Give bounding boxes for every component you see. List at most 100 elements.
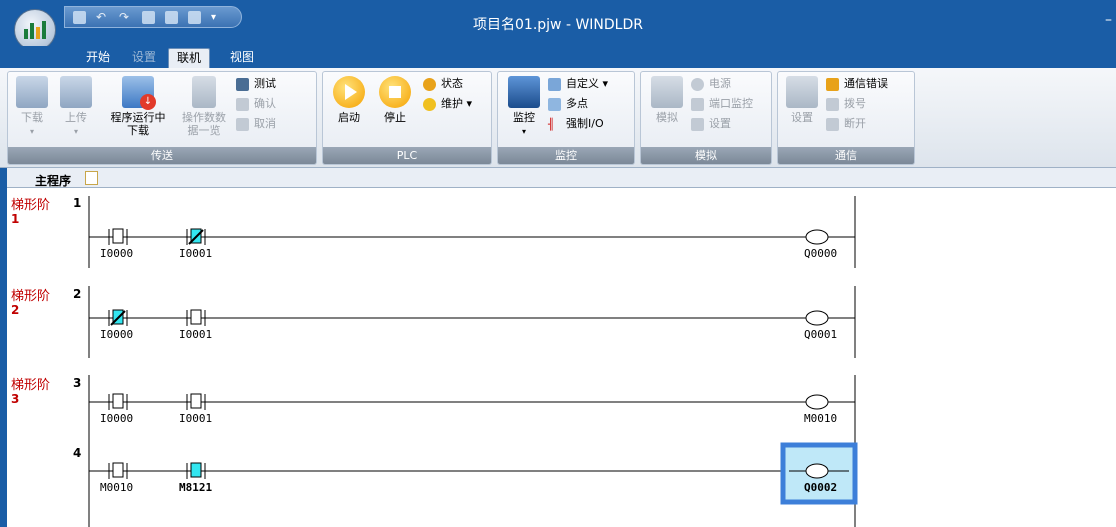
line-number: 1 [73, 196, 82, 210]
test-icon [236, 78, 249, 91]
disconnect-icon [826, 118, 839, 131]
group-transfer-label: 传送 [8, 147, 316, 164]
coil[interactable] [805, 229, 829, 245]
group-transfer: 下载 ▾ 上传 ▾ ↓ 程序运行中下载 操作数数据一览 测试 确认 取消 传送 [7, 71, 317, 165]
cancel-button[interactable]: 取消 [236, 116, 276, 132]
tab-view[interactable]: 视图 [222, 48, 262, 68]
run-download-label: 程序运行中下载 [110, 111, 166, 137]
confirm-button[interactable]: 确认 [236, 96, 276, 112]
maintain-button[interactable]: 维护 ▾ [423, 96, 472, 112]
rung-label: 梯形阶 [11, 198, 51, 213]
power-label: 电源 [709, 77, 731, 90]
comm-settings-button[interactable]: 设置 [780, 76, 824, 124]
info-icon [423, 78, 436, 91]
maintain-label: 维护 [441, 97, 463, 110]
group-monitor: 监控 ▾ 自定义 ▾ 多点 ╢ 强制I/O 监控 [497, 71, 635, 165]
disconnect-label: 断开 [844, 117, 866, 130]
group-plc-label: PLC [323, 147, 491, 164]
disconnect-button[interactable]: 断开 [826, 116, 866, 132]
monitor-button[interactable]: 监控 ▾ [502, 76, 546, 138]
line-number: 3 [73, 376, 82, 390]
operand-label: I0001 [179, 412, 213, 425]
redo-icon[interactable]: ↷ [119, 11, 132, 24]
port-monitor-label: 端口监控 [709, 97, 753, 110]
line-number: 2 [73, 287, 82, 301]
upload-button[interactable]: 上传 ▾ [54, 76, 98, 138]
force-io-button[interactable]: ╢ 强制I/O [548, 116, 604, 132]
ribbon: 下载▾ 上传▾ ↓ 程序运行中下载 操作数数据一览 测试 确认 取消 传送 [0, 68, 1116, 168]
port-monitor-button[interactable]: 端口监控 [691, 96, 753, 112]
rung-number: 1 [11, 212, 20, 226]
upload-label: 上传 [65, 111, 87, 124]
upload-icon [60, 76, 92, 108]
group-comm: 设置 通信错误 拨号 断开 通信 [777, 71, 915, 165]
stop-button[interactable]: 停止 [373, 76, 417, 124]
line-number: 4 [73, 446, 82, 460]
operand-data-label: 操作数数据一览 [182, 111, 226, 137]
confirm-icon [236, 98, 249, 111]
table-icon [548, 78, 561, 91]
app-menu-button[interactable] [14, 9, 56, 51]
ribbon-tabs: 开始 设置 联机 视图 [0, 46, 1116, 68]
ladder-editor[interactable]: 梯形阶 1 1 梯形阶 2 2 梯形阶 3 3 4 I0000 I0001 Q0… [7, 188, 1116, 527]
tab-main-program[interactable]: 主程序 [35, 172, 71, 189]
power-button[interactable]: 电源 [691, 76, 731, 92]
multi-point-button[interactable]: 多点 [548, 96, 588, 112]
tab-online[interactable]: 联机 [168, 48, 211, 68]
grid-icon[interactable] [142, 10, 155, 24]
operand-label: I0001 [179, 328, 213, 341]
save-icon[interactable] [73, 10, 86, 24]
download-icon [16, 76, 48, 108]
list-icon [548, 98, 561, 111]
rung-number: 3 [11, 392, 20, 406]
upload-icon[interactable] [188, 10, 201, 24]
operand-label: Q0002 [804, 481, 838, 494]
start-label: 启动 [338, 111, 360, 124]
monitor-icon [508, 76, 540, 108]
operand-data-icon [192, 76, 216, 108]
multi-point-label: 多点 [566, 97, 588, 110]
power-icon [691, 78, 704, 91]
comm-error-icon [826, 78, 839, 91]
monitor-label: 监控 [513, 111, 535, 124]
custom-label: 自定义 [566, 77, 599, 90]
coil[interactable] [805, 310, 829, 326]
run-download-button[interactable]: ↓ 程序运行中下载 [108, 76, 168, 137]
stop-label: 停止 [384, 111, 406, 124]
comm-error-label: 通信错误 [844, 77, 888, 90]
undo-icon[interactable]: ↶ [96, 11, 109, 24]
operand-data-list-button[interactable]: 操作数数据一览 [180, 76, 228, 137]
confirm-label: 确认 [254, 97, 276, 110]
group-monitor-label: 监控 [498, 147, 634, 164]
new-tab-icon[interactable] [85, 171, 98, 185]
rung-number: 2 [11, 303, 20, 317]
custom-button[interactable]: 自定义 ▾ [548, 76, 608, 92]
close-button[interactable]: – [1105, 12, 1112, 28]
operand-label: Q0001 [804, 328, 838, 341]
force-io-label: 强制I/O [566, 117, 604, 130]
download-icon[interactable] [165, 10, 178, 24]
tab-settings[interactable]: 设置 [124, 48, 164, 68]
start-button[interactable]: 启动 [327, 76, 371, 124]
quick-access-toolbar: ↶ ↷ ▾ [64, 6, 242, 28]
cancel-label: 取消 [254, 117, 276, 130]
group-simulate-label: 模拟 [641, 147, 771, 164]
operand-label: I0000 [100, 412, 134, 425]
coil[interactable] [805, 463, 829, 479]
download-button[interactable]: 下载 ▾ [10, 76, 54, 138]
status-button[interactable]: 状态 [423, 76, 463, 92]
group-plc: 启动 停止 状态 维护 ▾ PLC [322, 71, 492, 165]
test-button[interactable]: 测试 [236, 76, 276, 92]
qat-customize-icon[interactable]: ▾ [211, 12, 216, 23]
ladder-diagram [88, 196, 858, 527]
simulate-button[interactable]: 模拟 [645, 76, 689, 124]
tab-start[interactable]: 开始 [78, 48, 118, 68]
comm-error-button[interactable]: 通信错误 [826, 76, 888, 92]
dial-label: 拨号 [844, 97, 866, 110]
coil[interactable] [805, 394, 829, 410]
sim-settings-label: 设置 [709, 117, 731, 130]
app-logo-icon [24, 21, 46, 39]
dial-button[interactable]: 拨号 [826, 96, 866, 112]
simulate-label: 模拟 [656, 111, 678, 124]
sim-settings-button[interactable]: 设置 [691, 116, 731, 132]
